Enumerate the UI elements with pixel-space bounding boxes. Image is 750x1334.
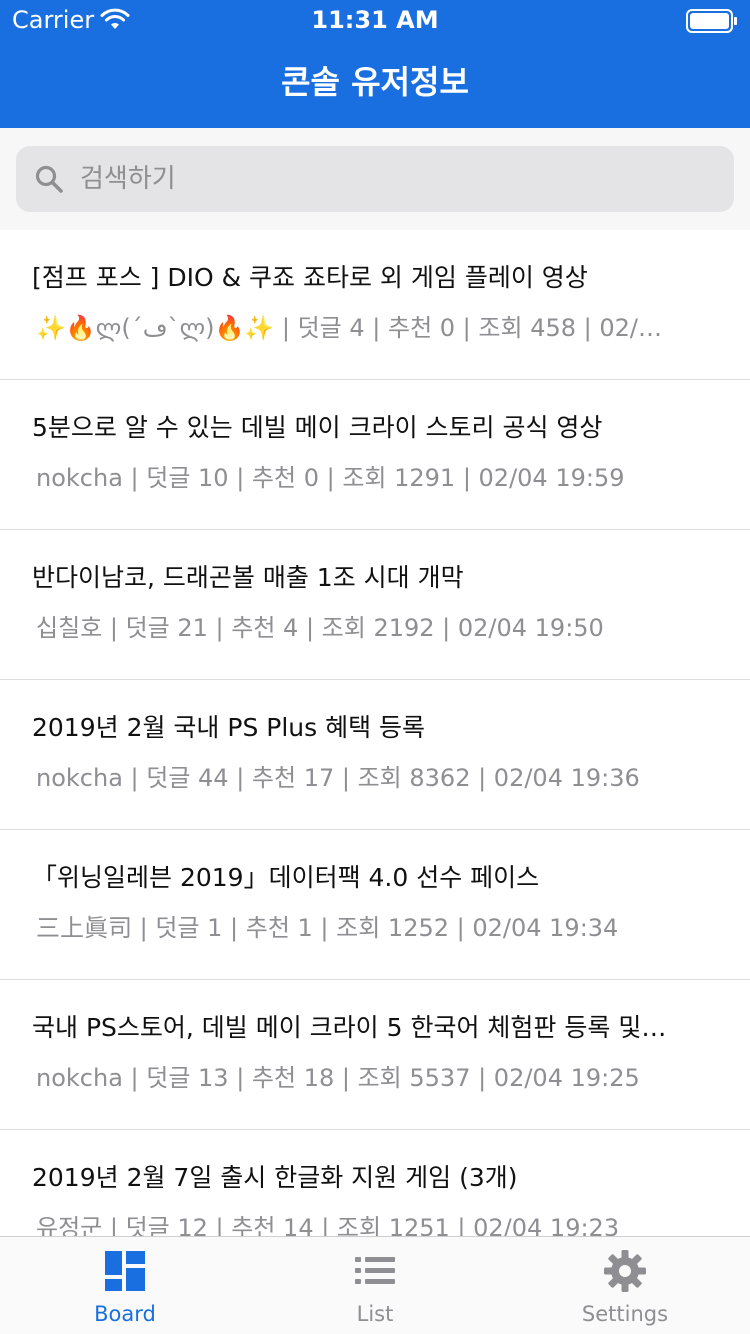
navigation-bar: 콘솔 유저정보 xyxy=(0,40,750,128)
post-meta: nokcha | 덧글 10 | 추천 0 | 조회 1291 | 02/04 … xyxy=(36,464,625,492)
app-screen: Carrier 11:31 AM 콘솔 유저정보 [점프 포스 ] DIO & … xyxy=(0,0,750,1334)
list-item[interactable]: [점프 포스 ] DIO & 쿠죠 죠타로 외 게임 플레이 영상 ✨🔥ლ(´ڡ`… xyxy=(0,230,750,380)
tab-list[interactable]: List xyxy=(250,1237,500,1334)
tab-label: Settings xyxy=(581,1302,669,1326)
list-icon xyxy=(353,1249,397,1293)
post-title: 반다이남코, 드래곤볼 매출 1조 시대 개막 xyxy=(32,563,464,592)
post-title: 국내 PS스토어, 데빌 메이 크라이 5 한국어 체험판 등록 및… xyxy=(32,1013,667,1042)
gear-icon xyxy=(603,1249,647,1293)
list-item[interactable]: 5분으로 알 수 있는 데빌 메이 크라이 스토리 공식 영상 nokcha | … xyxy=(0,380,750,530)
tab-bar: Board List Settings xyxy=(0,1236,750,1334)
status-time: 11:31 AM xyxy=(311,6,439,34)
post-meta: 三上眞司 | 덧글 1 | 추천 1 | 조회 1252 | 02/04 19:… xyxy=(36,914,619,942)
list-item[interactable]: 2019년 2월 국내 PS Plus 혜택 등록 nokcha | 덧글 44 … xyxy=(0,680,750,830)
post-title: 2019년 2월 7일 출시 한글화 지원 게임 (3개) xyxy=(32,1163,518,1192)
list-item[interactable]: 국내 PS스토어, 데빌 메이 크라이 5 한국어 체험판 등록 및… nokch… xyxy=(0,980,750,1130)
list-item[interactable]: 「위닝일레븐 2019」데이터팩 4.0 선수 페이스 三上眞司 | 덧글 1 |… xyxy=(0,830,750,980)
post-title: 2019년 2월 국내 PS Plus 혜택 등록 xyxy=(32,713,426,742)
post-title: [점프 포스 ] DIO & 쿠죠 죠타로 외 게임 플레이 영상 xyxy=(32,263,588,292)
post-meta: nokcha | 덧글 44 | 추천 17 | 조회 8362 | 02/04… xyxy=(36,764,640,792)
tab-label: List xyxy=(356,1302,394,1326)
post-list[interactable]: [점프 포스 ] DIO & 쿠죠 죠타로 외 게임 플레이 영상 ✨🔥ლ(´ڡ`… xyxy=(0,230,750,1236)
post-title: 「위닝일레븐 2019」데이터팩 4.0 선수 페이스 xyxy=(32,863,540,892)
search-box[interactable] xyxy=(16,146,734,212)
post-meta: ✨🔥ლ(´ڡ`ლ)🔥✨ | 덧글 4 | 추천 0 | 조회 458 | 02/… xyxy=(36,314,662,342)
tab-label: Board xyxy=(94,1302,156,1326)
tab-settings[interactable]: Settings xyxy=(500,1237,750,1334)
post-meta: 유정군 | 덧글 12 | 추천 14 | 조회 1251 | 02/04 19… xyxy=(36,1214,620,1236)
post-meta: nokcha | 덧글 13 | 추천 18 | 조회 5537 | 02/04… xyxy=(36,1064,640,1092)
board-icon xyxy=(103,1249,147,1293)
search-area xyxy=(0,128,750,230)
tab-board[interactable]: Board xyxy=(0,1237,250,1334)
search-input[interactable] xyxy=(80,146,710,212)
post-meta: 십칠호 | 덧글 21 | 추천 4 | 조회 2192 | 02/04 19:… xyxy=(36,614,604,642)
search-icon xyxy=(35,165,63,193)
page-title: 콘솔 유저정보 xyxy=(281,63,469,101)
post-title: 5분으로 알 수 있는 데빌 메이 크라이 스토리 공식 영상 xyxy=(32,413,603,442)
status-bar: Carrier 11:31 AM xyxy=(0,0,750,40)
list-item[interactable]: 2019년 2월 7일 출시 한글화 지원 게임 (3개) 유정군 | 덧글 12… xyxy=(0,1130,750,1236)
list-item[interactable]: 반다이남코, 드래곤볼 매출 1조 시대 개막십칠호 | 덧글 21 | 추천 … xyxy=(0,530,750,680)
battery-icon xyxy=(686,9,737,33)
